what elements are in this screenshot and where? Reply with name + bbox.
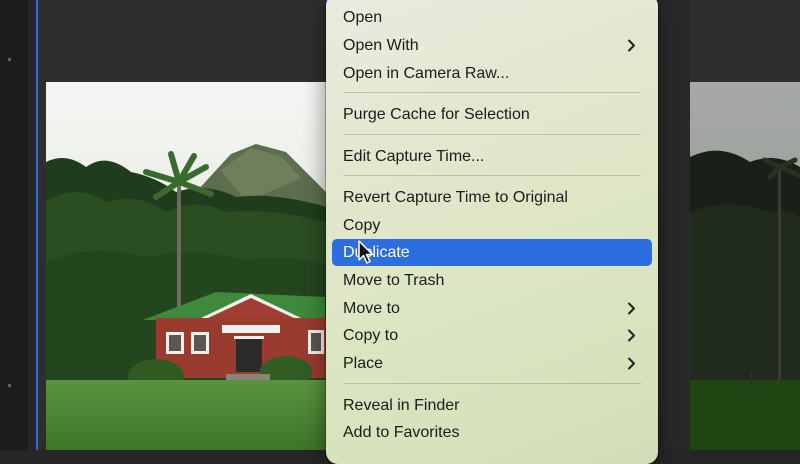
landscape-photo <box>46 82 326 450</box>
left-panel-edge <box>0 0 28 450</box>
chevron-right-icon <box>628 302 635 315</box>
menu-item-move-to[interactable]: Move to <box>332 295 652 322</box>
menu-item-move-to-trash[interactable]: Move to Trash <box>332 267 652 294</box>
menu-item-open-in-camera-raw[interactable]: Open in Camera Raw... <box>332 60 652 87</box>
context-menu: Open Open With Open in Camera Raw... Pur… <box>326 0 658 464</box>
menu-item-revert-capture-time[interactable]: Revert Capture Time to Original <box>332 184 652 211</box>
menu-item-copy-to[interactable]: Copy to <box>332 322 652 349</box>
menu-separator <box>343 92 641 93</box>
thumbnail-image-right[interactable] <box>690 82 800 450</box>
menu-item-open-with[interactable]: Open With <box>332 32 652 59</box>
menu-item-reveal-in-finder[interactable]: Reveal in Finder <box>332 392 652 419</box>
chevron-right-icon <box>628 39 635 52</box>
menu-separator <box>343 134 641 135</box>
thumbnail-image-selected[interactable] <box>46 82 326 450</box>
thumbnail-cell-gap <box>658 0 690 450</box>
landscape-photo-right <box>690 82 800 450</box>
menu-item-edit-capture-time[interactable]: Edit Capture Time... <box>332 143 652 170</box>
menu-separator <box>343 175 641 176</box>
menu-item-duplicate[interactable]: Duplicate <box>332 239 652 266</box>
menu-item-place[interactable]: Place <box>332 350 652 377</box>
chevron-right-icon <box>628 329 635 342</box>
bridge-content-area: Open Open With Open in Camera Raw... Pur… <box>0 0 800 464</box>
panel-marker <box>8 384 11 387</box>
panel-marker <box>8 58 11 61</box>
menu-item-add-to-favorites[interactable]: Add to Favorites <box>332 419 652 446</box>
chevron-right-icon <box>628 357 635 370</box>
menu-separator <box>343 383 641 384</box>
menu-item-open[interactable]: Open <box>332 4 652 31</box>
menu-item-purge-cache[interactable]: Purge Cache for Selection <box>332 101 652 128</box>
menu-item-copy[interactable]: Copy <box>332 212 652 239</box>
